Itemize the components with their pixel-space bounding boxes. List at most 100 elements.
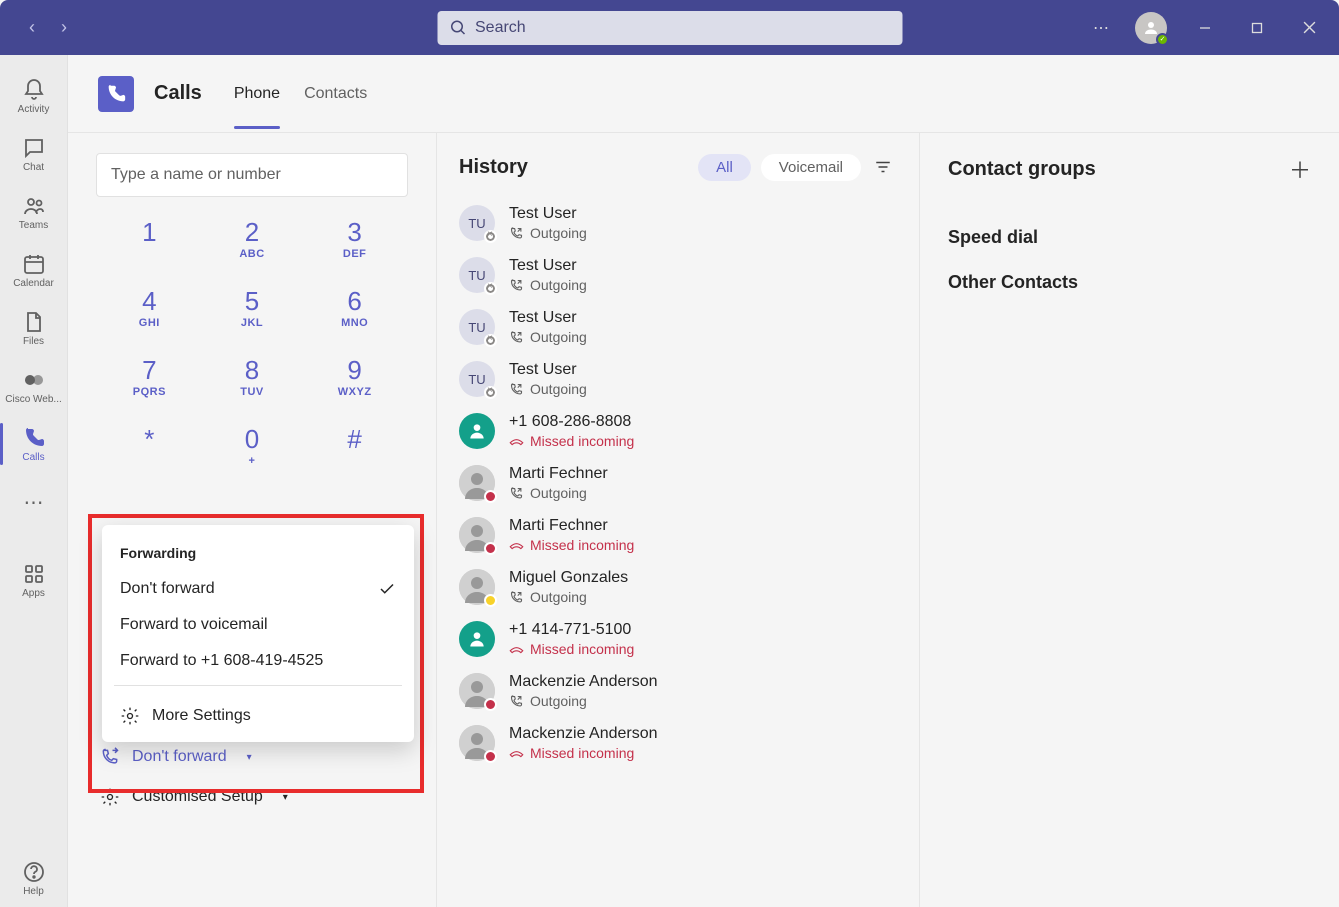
call-list-item[interactable]: +1 414-771-5100Missed incoming <box>459 613 897 665</box>
sidebar-label: Cisco Web... <box>5 394 62 405</box>
history-filter-all[interactable]: All <box>698 154 751 181</box>
history-title: History <box>459 156 698 179</box>
call-list-item[interactable]: Mackenzie AndersonOutgoing <box>459 665 897 717</box>
call-list-item[interactable]: +1 608-286-8808Missed incoming <box>459 405 897 457</box>
forwarding-dropdown[interactable]: Don't forward ▾ <box>96 737 408 777</box>
call-name: Test User <box>509 361 587 379</box>
presence-badge <box>484 750 497 763</box>
phone-forward-icon <box>100 747 120 767</box>
filter-button[interactable] <box>869 153 897 181</box>
sidebar-item-calls[interactable]: Calls <box>0 415 68 473</box>
contact-group[interactable]: Other Contacts <box>948 254 1311 299</box>
sidebar-item-files[interactable]: Files <box>0 299 68 357</box>
customised-setup-dropdown[interactable]: Customised Setup ▾ <box>96 777 408 817</box>
dialpad-key-4[interactable]: 4GHI <box>108 286 191 329</box>
dialpad-key-6[interactable]: 6MNO <box>313 286 396 329</box>
call-list-item[interactable]: TUTest UserOutgoing <box>459 353 897 405</box>
sidebar-item-activity[interactable]: Activity <box>0 67 68 125</box>
avatar <box>459 673 495 709</box>
sidebar-item-calendar[interactable]: Calendar <box>0 241 68 299</box>
call-list-item[interactable]: Miguel GonzalesOutgoing <box>459 561 897 613</box>
missed-call-icon <box>509 538 524 553</box>
minimize-button[interactable] <box>1183 6 1227 50</box>
dialer-input[interactable]: Type a name or number <box>96 153 408 197</box>
missed-call-icon <box>509 642 524 657</box>
missed-call-icon <box>509 746 524 761</box>
dialpad-key-8[interactable]: 8TUV <box>211 355 294 398</box>
contact-groups-title: Contact groups <box>948 158 1096 181</box>
dialpad-key-5[interactable]: 5JKL <box>211 286 294 329</box>
more-button[interactable]: ⋯ <box>1083 18 1119 38</box>
call-status: Outgoing <box>509 485 608 501</box>
presence-badge <box>484 282 497 295</box>
dialpad-key-9[interactable]: 9WXYZ <box>313 355 396 398</box>
tab-contacts[interactable]: Contacts <box>304 59 367 129</box>
call-status: Missed incoming <box>509 745 658 761</box>
call-name: Miguel Gonzales <box>509 569 628 587</box>
search-icon <box>449 19 467 37</box>
outgoing-call-icon <box>509 330 524 345</box>
history-filter-voicemail[interactable]: Voicemail <box>761 154 861 181</box>
maximize-button[interactable] <box>1235 6 1279 50</box>
more-settings-item[interactable]: More Settings <box>102 692 414 728</box>
dialpad-key-1[interactable]: 1 <box>108 217 191 260</box>
page-header: Calls PhoneContacts <box>68 55 1339 133</box>
call-list-item[interactable]: TUTest UserOutgoing <box>459 197 897 249</box>
presence-badge-available <box>1156 33 1169 46</box>
add-group-button[interactable]: ＋ <box>1289 153 1311 185</box>
dialpad-key-*[interactable]: * <box>108 424 191 467</box>
check-icon <box>378 580 396 598</box>
user-avatar[interactable] <box>1135 12 1167 44</box>
dialpad-key-2[interactable]: 2ABC <box>211 217 294 260</box>
forwarding-option[interactable]: Don't forward <box>102 571 414 607</box>
sidebar-label: Teams <box>19 220 48 231</box>
sidebar-more[interactable]: ⋯ <box>0 473 68 531</box>
forwarding-option[interactable]: Forward to voicemail <box>102 607 414 643</box>
dialpad-key-3[interactable]: 3DEF <box>313 217 396 260</box>
history-pane: History AllVoicemail TUTest UserOutgoing… <box>437 133 919 907</box>
person-icon <box>467 421 487 441</box>
call-list-item[interactable]: Mackenzie AndersonMissed incoming <box>459 717 897 769</box>
call-name: Test User <box>509 257 587 275</box>
call-name: Test User <box>509 309 587 327</box>
contact-group[interactable]: Speed dial <box>948 209 1311 254</box>
dialpad: 1 2ABC 3DEF 4GHI 5JKL 6MNO 7PQRS 8TUV 9WXYZ * 0+… <box>96 217 408 467</box>
sidebar-item-cisco-web-[interactable]: Cisco Web... <box>0 357 68 415</box>
gear-icon <box>120 706 140 726</box>
sidebar-item-chat[interactable]: Chat <box>0 125 68 183</box>
forwarding-option[interactable]: Forward to +1 608-419-4525 <box>102 643 414 679</box>
sidebar-item-help[interactable]: Help <box>0 849 68 907</box>
call-name: Mackenzie Anderson <box>509 673 658 691</box>
forwarding-popup: Forwarding Don't forwardForward to voice… <box>102 525 414 742</box>
dialpad-key-7[interactable]: 7PQRS <box>108 355 191 398</box>
dialpad-key-#[interactable]: # <box>313 424 396 467</box>
sidebar-item-teams[interactable]: Teams <box>0 183 68 241</box>
avatar: TU <box>459 361 495 397</box>
back-button[interactable]: ‹ <box>16 12 48 44</box>
filter-icon <box>874 158 892 176</box>
outgoing-call-icon <box>509 278 524 293</box>
call-list-item[interactable]: TUTest UserOutgoing <box>459 301 897 353</box>
search-input[interactable]: Search <box>437 11 902 45</box>
calls-icon <box>98 76 134 112</box>
call-list-item[interactable]: Marti Fechner Outgoing <box>459 457 897 509</box>
call-list-item[interactable]: Marti FechnerMissed incoming <box>459 509 897 561</box>
tab-phone[interactable]: Phone <box>234 59 280 129</box>
avatar <box>459 413 495 449</box>
dialpad-key-0[interactable]: 0+ <box>211 424 294 467</box>
outgoing-call-icon <box>509 382 524 397</box>
chevron-down-icon: ▾ <box>247 752 252 763</box>
contact-groups-pane: Contact groups ＋ Speed dialOther Contact… <box>919 133 1339 907</box>
avatar: TU <box>459 205 495 241</box>
presence-badge <box>484 230 497 243</box>
close-button[interactable] <box>1287 6 1331 50</box>
missed-call-icon <box>509 434 524 449</box>
call-name: Marti Fechner <box>509 465 608 483</box>
presence-badge <box>484 490 497 503</box>
forward-button[interactable]: › <box>48 12 80 44</box>
sidebar-label: Calendar <box>13 278 54 289</box>
title-bar: ‹ › Search ⋯ <box>0 0 1339 55</box>
call-name: +1 414-771-5100 <box>509 621 634 639</box>
call-list-item[interactable]: TUTest UserOutgoing <box>459 249 897 301</box>
sidebar-item-apps[interactable]: Apps <box>0 551 68 609</box>
